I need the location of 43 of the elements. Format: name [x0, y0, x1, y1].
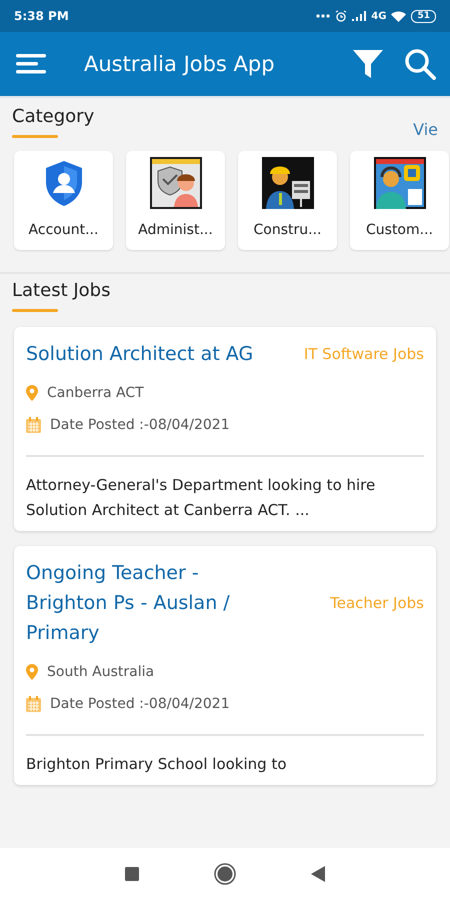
date-posted: Date Posted :-08/04/2021	[50, 696, 230, 712]
job-title[interactable]: Ongoing Teacher - Brighton Ps - Auslan / Primary	[26, 558, 254, 648]
category-name: Administ...	[138, 222, 213, 238]
support-agent-icon	[374, 157, 426, 209]
filter-icon[interactable]	[352, 48, 384, 80]
category-name: Custom...	[366, 222, 433, 238]
calendar-icon	[26, 696, 41, 712]
category-card[interactable]: Account...	[14, 151, 113, 250]
job-category: Teacher Jobs	[330, 594, 424, 612]
job-category: IT Software Jobs	[304, 345, 424, 363]
calendar-icon	[26, 417, 41, 433]
job-location: South Australia	[47, 664, 154, 680]
job-card[interactable]: Ongoing Teacher - Brighton Ps - Auslan / Primary Teacher Jobs South Australia Date Posted :-08/04/2021 Brighton Primary School looking to	[14, 546, 436, 785]
home-button[interactable]	[214, 863, 236, 885]
menu-icon[interactable]	[16, 53, 48, 75]
location-pin-icon	[26, 664, 38, 680]
search-icon[interactable]	[404, 48, 436, 80]
network-label: 4G	[371, 10, 386, 22]
battery-icon: 51	[411, 10, 436, 22]
job-title[interactable]: Solution Architect at AG	[26, 339, 254, 369]
construction-worker-icon	[262, 157, 314, 209]
app-title: Australia Jobs App	[84, 52, 276, 76]
back-button[interactable]	[311, 866, 325, 882]
section-heading: Latest Jobs	[12, 280, 110, 301]
job-location: Canberra ACT	[47, 385, 144, 401]
category-card[interactable]: Custom...	[350, 151, 449, 250]
admin-person-icon	[150, 157, 202, 209]
category-name: Account...	[28, 222, 98, 238]
view-all-link[interactable]: Vie	[413, 120, 438, 139]
location-pin-icon	[26, 385, 38, 401]
category-card[interactable]: Constru...	[238, 151, 337, 250]
wifi-icon	[391, 10, 406, 22]
status-time: 5:38 PM	[14, 9, 69, 23]
section-heading: Category	[12, 106, 94, 127]
date-posted: Date Posted :-08/04/2021	[50, 417, 230, 433]
job-description: Brighton Primary School looking to	[26, 754, 288, 775]
category-card[interactable]: Administ...	[126, 151, 225, 250]
category-name: Constru...	[254, 222, 322, 238]
alarm-icon	[335, 10, 348, 22]
job-card[interactable]: Solution Architect at AG IT Software Jobs Canberra ACT Date Posted :-08/04/2021 Attorney-General's Department looking to hire Solution Architect at Canberra ACT. ...	[14, 327, 436, 531]
signal-icon	[352, 11, 366, 21]
job-description: Attorney-General's Department looking to hire Solution Architect at Canberra ACT. ...	[26, 475, 376, 521]
more-icon	[316, 14, 330, 18]
